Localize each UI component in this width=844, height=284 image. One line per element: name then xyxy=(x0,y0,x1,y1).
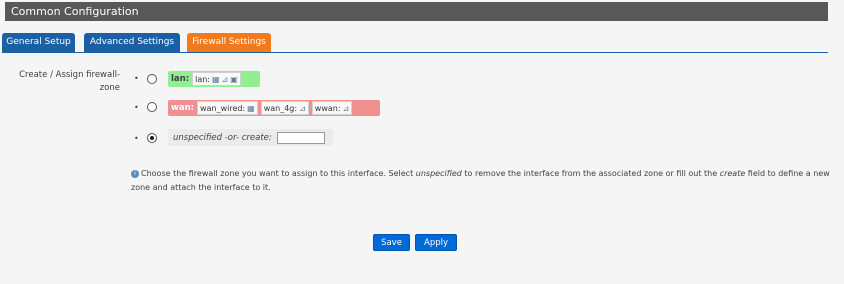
wireless-icon: ⊿ xyxy=(221,74,229,84)
interface-chip-wan-4g: wan_4g: ⊿ xyxy=(260,101,309,115)
create-zone-box: unspecified -or- create: xyxy=(168,129,333,146)
info-icon: i xyxy=(131,169,139,178)
radio-lan[interactable] xyxy=(147,74,157,84)
interface-chip-lan: lan: ▦ ⊿ ▣ xyxy=(192,72,241,86)
help-text-em: unspecified xyxy=(415,169,462,178)
zone-wan[interactable]: wan: wan_wired: ▦ wan_4g: ⊿ wwan: ⊿ xyxy=(168,100,380,116)
wireless-icon: ⊿ xyxy=(299,103,306,113)
tab-general-setup[interactable]: General Setup xyxy=(2,33,75,52)
interface-chip-wwan: wwan: ⊿ xyxy=(311,101,353,115)
tab-firewall-settings[interactable]: Firewall Settings xyxy=(187,33,271,53)
bullet: • xyxy=(134,103,139,112)
bullet: • xyxy=(134,74,139,83)
ethernet-icon: ▣ xyxy=(230,74,238,84)
radio-create[interactable] xyxy=(147,133,157,143)
firewall-zone-label: Create / Assign firewall-zone xyxy=(19,70,120,93)
radio-wan[interactable] xyxy=(147,102,157,112)
apply-button[interactable]: Apply xyxy=(415,234,457,251)
section-header: Common Configuration xyxy=(5,2,828,21)
save-button[interactable]: Save xyxy=(373,234,410,251)
tab-advanced-settings[interactable]: Advanced Settings xyxy=(84,33,180,52)
zone-lan-name: lan: xyxy=(171,74,190,84)
chip-label: wan_4g: xyxy=(263,103,298,113)
zone-lan[interactable]: lan: lan: ▦ ⊿ ▣ xyxy=(168,71,260,87)
tab-divider xyxy=(2,52,828,53)
create-zone-input[interactable] xyxy=(276,131,325,144)
interface-chip-wan-wired: wan_wired: ▦ xyxy=(197,101,258,115)
wireless-icon: ⊿ xyxy=(342,103,350,113)
help-text: i Choose the firewall zone you want to as… xyxy=(131,167,831,195)
help-text-part: Choose the firewall zone you want to ass… xyxy=(141,169,416,178)
chip-label: wwan: xyxy=(314,103,341,113)
network-icon: ▦ xyxy=(212,74,220,84)
network-icon: ▦ xyxy=(247,103,255,113)
zone-wan-name: wan: xyxy=(171,103,195,113)
chip-label: wan_wired: xyxy=(200,103,246,113)
bullet: • xyxy=(134,134,139,143)
help-text-em: create xyxy=(719,169,746,178)
create-zone-label: unspecified -or- create: xyxy=(173,132,272,143)
help-text-part: to remove the interface from the associa… xyxy=(461,169,720,178)
chip-label: lan: xyxy=(195,74,210,84)
